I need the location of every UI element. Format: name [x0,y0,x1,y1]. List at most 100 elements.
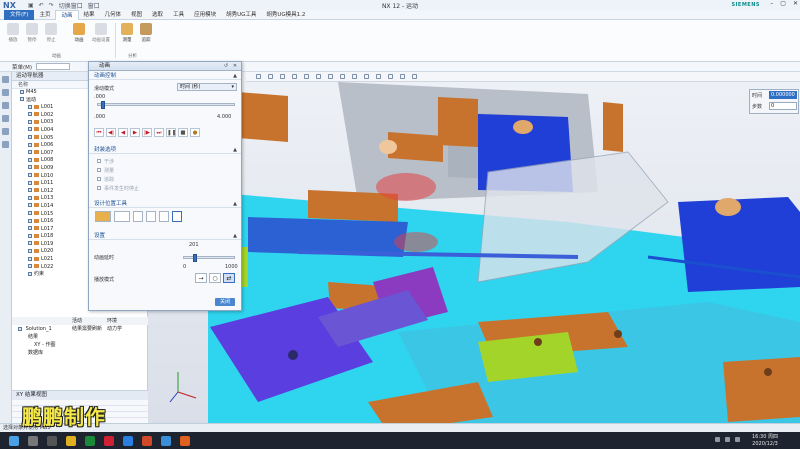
measure-button[interactable]: 测量 [118,23,136,43]
orient-icon[interactable] [304,74,309,79]
visibility-checkbox[interactable] [28,211,32,215]
step-field[interactable]: 0 [769,102,797,110]
snap-icon[interactable] [352,74,357,79]
tab-results[interactable]: 结果 [79,10,100,20]
visibility-checkbox[interactable] [20,89,24,94]
step-forward-button[interactable]: |▶ [142,128,152,137]
web-tab-icon[interactable] [2,128,9,135]
loop-icon[interactable]: ○ [209,273,221,283]
tab-tools[interactable]: 工具 [168,10,189,20]
menu-button[interactable]: 菜单(M) [12,63,32,71]
grid-icon[interactable] [388,74,393,79]
task-view-icon[interactable] [47,435,57,446]
search-icon[interactable] [28,435,38,446]
mold-assembly-model[interactable] [148,72,800,432]
filter-icon[interactable] [364,74,369,79]
visibility-checkbox[interactable] [28,241,32,246]
visibility-checkbox[interactable] [28,233,32,238]
export-button[interactable] [133,211,143,222]
play-backward-button[interactable]: ◀ [118,128,128,137]
close-icon[interactable]: ✕ [793,0,798,7]
time-slider-track[interactable] [97,101,235,109]
layer-icon[interactable] [340,74,345,79]
stop-button[interactable]: 停止 [42,23,60,43]
play-button[interactable]: 播放 [4,23,22,43]
stop-on-event-checkbox[interactable] [97,186,101,190]
visibility-checkbox[interactable] [28,142,32,147]
restore-button[interactable] [146,211,156,222]
visibility-checkbox[interactable] [28,165,32,170]
wechat-icon[interactable] [85,435,95,446]
play-button[interactable]: ▶ [130,128,140,137]
visibility-checkbox[interactable] [28,127,32,132]
file-menu[interactable]: 文件(F) [4,9,35,20]
browser-icon[interactable] [123,435,133,446]
section-settings[interactable]: 设置 ▲ [89,232,241,240]
visibility-checkbox[interactable] [28,226,32,231]
tab-huxiu-tools[interactable]: 胡秀UG工具 [221,10,261,20]
delay-slider-handle[interactable] [193,254,197,262]
reverse-loop-icon[interactable]: ⇄ [223,273,235,283]
tab-view[interactable]: 视图 [126,10,147,20]
visibility-checkbox[interactable] [28,180,32,185]
network-icon[interactable] [715,437,720,442]
graphics-window[interactable] [148,72,800,432]
step-back-button[interactable]: ◀| [106,128,116,137]
config-button[interactable] [172,211,182,222]
history-tab-icon[interactable] [2,115,9,122]
solution-child[interactable]: 结果 [12,333,148,341]
record-button[interactable]: ● [190,128,200,137]
go-to-end-button[interactable]: ⏭ [154,128,164,137]
trace-checkbox[interactable] [97,177,101,181]
play-once-icon[interactable]: → [195,273,207,283]
visibility-checkbox[interactable] [28,104,32,109]
render-style-icon[interactable] [316,74,321,79]
visibility-checkbox[interactable] [28,203,32,208]
assembly-tab-icon[interactable] [2,89,9,96]
tab-selection[interactable]: 选取 [147,10,168,20]
tab-huxiu-mold[interactable]: 胡秀UG模具1.2 [261,10,310,20]
visibility-checkbox[interactable] [20,97,24,102]
section-icon[interactable] [328,74,333,79]
section-package-options[interactable]: 封装选项 ▲ [89,146,241,154]
nx-taskbar-icon[interactable] [161,435,171,446]
rotate-icon[interactable] [292,74,297,79]
delay-slider-track[interactable] [183,254,235,262]
point-icon[interactable] [376,74,381,79]
time-slider-handle[interactable] [101,101,105,109]
tab-animation[interactable]: 动画 [55,9,79,20]
solution-child[interactable]: 数据库 [12,349,148,357]
app-icon[interactable] [104,435,114,446]
dialog-close-icon[interactable]: ✕ [232,63,238,69]
wcs-icon[interactable] [400,74,405,79]
visibility-checkbox[interactable] [28,264,32,269]
media-icon[interactable] [142,435,152,446]
solution-child[interactable]: XY - 作图 [12,341,148,349]
reset-icon[interactable]: ↺ [223,63,229,69]
snapshot-button[interactable] [114,211,130,222]
player-icon[interactable] [180,435,190,446]
link-button[interactable] [159,211,169,222]
tab-application[interactable]: 应用模块 [189,10,221,20]
ime-icon[interactable] [735,437,740,442]
maximize-icon[interactable]: ▢ [780,0,786,7]
pause-button[interactable]: ❚❚ [166,128,176,137]
section-animation-control[interactable]: 动画控制 ▲ [89,72,241,80]
visibility-checkbox[interactable] [28,150,32,155]
time-field[interactable]: 0.000000 [769,91,797,99]
type-filter-dropdown[interactable] [36,63,71,70]
visibility-checkbox[interactable] [28,119,32,124]
go-to-start-button[interactable]: ⏮ [94,128,104,137]
visibility-checkbox[interactable] [28,188,32,193]
animation-button[interactable]: 动画 [70,23,88,43]
solution-checkbox[interactable] [18,326,22,331]
visibility-checkbox[interactable] [28,271,32,276]
taskbar-clock[interactable]: 16:30 周四 2020/12/3 [752,434,778,447]
animation-settings-button[interactable]: 动画设置 [90,23,112,43]
interference-checkbox[interactable] [97,159,101,163]
volume-icon[interactable] [725,437,730,442]
zoom-icon[interactable] [268,74,273,79]
visibility-checkbox[interactable] [28,195,32,200]
mode-select[interactable]: 时间 (秒) ▾ [177,83,237,91]
display-icon[interactable] [412,74,417,79]
